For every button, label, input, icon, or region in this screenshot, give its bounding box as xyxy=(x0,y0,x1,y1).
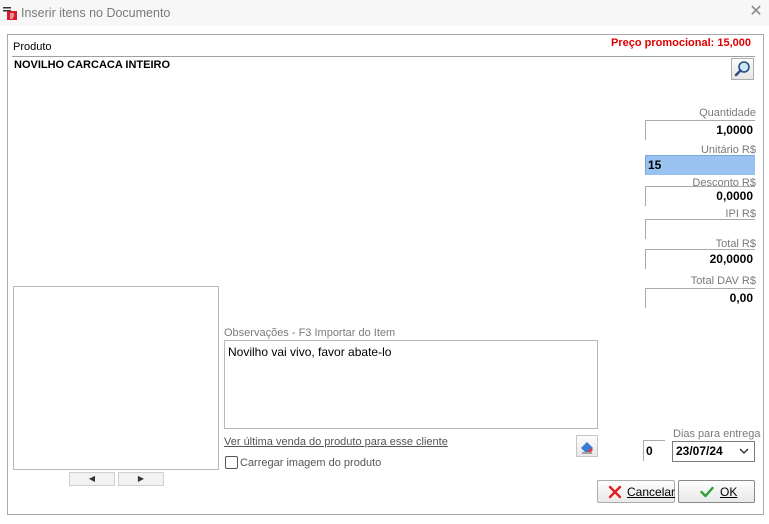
produto-label: Produto xyxy=(13,41,52,53)
ipi-field[interactable] xyxy=(645,219,755,239)
search-product-button[interactable] xyxy=(731,58,754,80)
dias-entrega-label: Dias para entrega xyxy=(673,428,761,440)
image-next-button[interactable]: ▶ xyxy=(118,472,164,486)
ok-button[interactable]: OK xyxy=(678,480,755,503)
observacoes-label: Observações - F3 Importar do Item xyxy=(224,327,396,339)
magnifier-icon xyxy=(734,61,750,77)
window-title: Inserir itens no Documento xyxy=(21,6,171,20)
image-prev-button[interactable]: ◀ xyxy=(69,472,115,486)
quantidade-label: Quantidade xyxy=(699,107,756,119)
product-image-box xyxy=(13,286,219,470)
ok-label: OK xyxy=(720,485,738,499)
observacoes-textarea[interactable]: Novilho vai vivo, favor abate-lo xyxy=(224,340,598,429)
eraser-icon xyxy=(581,442,593,454)
carregar-imagem-label: Carregar imagem do produto xyxy=(240,457,382,469)
title-bar: Inserir itens no Documento ✕ xyxy=(0,0,769,26)
produto-divider xyxy=(12,56,755,57)
cancel-x-icon xyxy=(608,485,622,499)
unitario-field[interactable]: 15 xyxy=(645,155,755,175)
check-icon xyxy=(700,486,714,498)
clear-observacoes-button[interactable] xyxy=(576,435,598,457)
product-name: NOVILHO CARCACA INTEIRO xyxy=(14,59,171,71)
desconto-field[interactable]: 0,0000 xyxy=(645,186,755,206)
cancel-button[interactable]: Cancelar xyxy=(597,480,675,503)
promo-price-label: Preço promocional: 15,000 xyxy=(611,37,751,49)
total-dav-label: Total DAV R$ xyxy=(690,275,756,287)
entrega-date-value: 23/07/24 xyxy=(676,444,723,458)
quantidade-field[interactable]: 1,0000 xyxy=(645,120,755,140)
dias-entrega-field[interactable]: 0 xyxy=(643,440,665,461)
app-document-icon xyxy=(3,7,17,20)
total-field[interactable]: 20,0000 xyxy=(645,249,755,269)
total-dav-field[interactable]: 0,00 xyxy=(645,288,755,308)
close-icon[interactable]: ✕ xyxy=(748,4,764,20)
chevron-down-icon xyxy=(739,448,749,454)
cancel-label: Cancelar xyxy=(627,485,676,499)
carregar-imagem-checkbox[interactable] xyxy=(225,456,238,469)
ultima-venda-link[interactable]: Ver última venda do produto para esse cl… xyxy=(224,436,448,448)
entrega-date-picker[interactable]: 23/07/24 xyxy=(672,441,755,462)
